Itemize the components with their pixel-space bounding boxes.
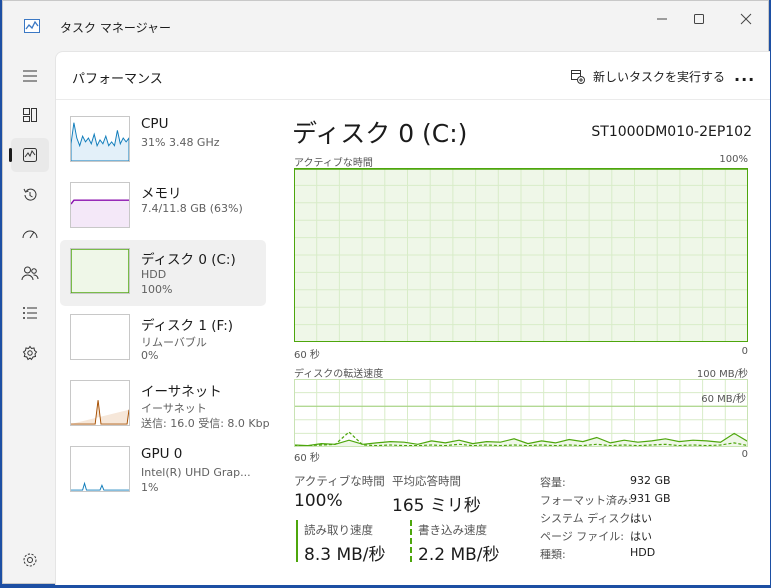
menu-icon: [23, 70, 37, 82]
disk0-thumbnail-graph: [70, 248, 130, 294]
property-key: フォーマット済み:: [540, 494, 632, 507]
device-name: CPU: [141, 116, 169, 132]
active-time-chart-label: アクティブな時間: [294, 158, 373, 169]
property-value: 932 GB: [630, 474, 671, 487]
nav-users[interactable]: [11, 256, 49, 290]
task-manager-icon: [24, 19, 40, 33]
property-value: HDD: [630, 546, 656, 559]
device-list: CPU 31% 3.48 GHz メモリ 7.4/11.8 GB (63%) デ…: [60, 108, 270, 504]
task-manager-window: タスク マネージャー パフォーマンス 新しいタスクを実行する ... CPU 3…: [2, 0, 770, 585]
transfer-axis-left: 60 秒: [294, 453, 320, 464]
property-key: システム ディスク:: [540, 512, 635, 525]
active-time-chart: [294, 168, 748, 342]
device-name: ディスク 0 (C:): [141, 252, 236, 268]
device-name: ディスク 1 (F:): [141, 318, 234, 334]
run-task-label: 新しいタスクを実行する: [593, 70, 726, 84]
title-bar[interactable]: タスク マネージャー: [3, 1, 768, 51]
property-value: 931 GB: [630, 492, 671, 505]
read-speed-label: 読み取り速度: [304, 523, 373, 537]
disk1-thumbnail-graph: [70, 314, 130, 360]
active-time-axis-right: 0: [741, 346, 748, 357]
active-time-stat-value: 100%: [294, 491, 343, 511]
nav-startup-apps[interactable]: [11, 217, 49, 251]
minimize-icon: [657, 18, 667, 20]
device-gpu-0[interactable]: GPU 0 Intel(R) UHD Grap... 1%: [60, 438, 266, 504]
active-time-chart-max: 100%: [719, 154, 748, 165]
nav-performance[interactable]: [9, 138, 49, 172]
property-value: はい: [630, 530, 652, 543]
device-disk-1[interactable]: ディスク 1 (F:) リムーバブル 0%: [60, 306, 266, 372]
gpu-thumbnail-graph: [70, 446, 130, 492]
minimize-button[interactable]: [650, 10, 674, 28]
device-type: HDD: [141, 268, 167, 281]
transfer-chart-label: ディスクの転送速度: [294, 369, 384, 380]
close-button[interactable]: [734, 10, 758, 28]
nav-services[interactable]: [11, 336, 49, 370]
page-title: パフォーマンス: [72, 72, 163, 87]
window-title: タスク マネージャー: [60, 21, 171, 35]
navigation-sidebar: [3, 51, 55, 585]
disk-title: ディスク 0 (C:): [292, 119, 468, 148]
device-memory[interactable]: メモリ 7.4/11.8 GB (63%): [60, 174, 266, 240]
performance-icon: [23, 148, 37, 162]
memory-thumbnail-graph: [70, 182, 130, 228]
settings-icon: [23, 553, 37, 567]
disk-model: ST1000DM010-2EP102: [591, 124, 752, 140]
close-icon: [740, 13, 752, 25]
read-speed-value: 8.3 MB/秒: [304, 545, 386, 565]
write-speed-legend-bar: [410, 520, 412, 562]
response-time-stat-value: 165 ミリ秒: [392, 496, 481, 516]
property-value: はい: [630, 512, 652, 525]
cpu-thumbnail-graph: [70, 116, 130, 162]
device-type: リムーバブル: [141, 336, 207, 349]
device-disk-0[interactable]: ディスク 0 (C:) HDD 100%: [60, 240, 266, 306]
device-usage: 0%: [141, 349, 159, 362]
device-throughput: 送信: 16.0 受信: 8.0 Kbp: [141, 417, 270, 430]
response-time-stat-label: 平均応答時間: [392, 474, 461, 488]
device-name: イーサネット: [141, 384, 222, 400]
device-name: GPU 0: [141, 446, 183, 462]
property-key: 容量:: [540, 476, 566, 489]
nav-app-history[interactable]: [11, 178, 49, 212]
write-speed-label: 書き込み速度: [418, 523, 487, 537]
device-cpu[interactable]: CPU 31% 3.48 GHz: [60, 108, 266, 174]
transfer-axis-right: 0: [741, 449, 748, 460]
device-model: Intel(R) UHD Grap...: [141, 466, 251, 479]
startup-icon: [22, 230, 38, 239]
more-options-button[interactable]: ...: [734, 66, 755, 85]
active-time-axis-left: 60 秒: [294, 350, 320, 361]
active-time-stat-label: アクティブな時間: [294, 474, 385, 488]
transfer-reference-label: 60 MB/秒: [701, 394, 746, 405]
transfer-rate-chart: [294, 379, 748, 447]
users-icon: [21, 266, 39, 281]
run-new-task-button[interactable]: 新しいタスクを実行する: [570, 68, 725, 85]
nav-processes[interactable]: [11, 98, 49, 132]
device-usage: 1%: [141, 481, 159, 494]
performance-panel: パフォーマンス 新しいタスクを実行する ... CPU 31% 3.48 GHz: [55, 51, 770, 585]
write-speed-value: 2.2 MB/秒: [418, 545, 500, 565]
transfer-chart-max: 100 MB/秒: [696, 369, 748, 380]
device-detail: 31% 3.48 GHz: [141, 136, 220, 149]
ethernet-thumbnail-graph: [70, 380, 130, 426]
history-icon: [23, 188, 37, 201]
property-key: 種類:: [540, 548, 566, 561]
property-key: ページ ファイル:: [540, 530, 624, 543]
device-name: メモリ: [141, 186, 182, 202]
device-usage: 100%: [141, 283, 173, 296]
device-detail: 7.4/11.8 GB (63%): [141, 202, 243, 215]
maximize-icon: [694, 14, 704, 24]
nav-details[interactable]: [11, 296, 49, 330]
processes-icon: [23, 108, 37, 122]
maximize-button[interactable]: [687, 10, 711, 28]
read-speed-legend-bar: [296, 520, 298, 562]
services-icon: [22, 345, 38, 361]
settings-button[interactable]: [11, 543, 49, 577]
hamburger-menu-button[interactable]: [11, 59, 49, 93]
details-icon: [23, 307, 37, 319]
page-header: パフォーマンス 新しいタスクを実行する ...: [56, 52, 770, 100]
run-task-icon: [571, 70, 585, 84]
device-type: イーサネット: [141, 402, 207, 415]
device-ethernet[interactable]: イーサネット イーサネット 送信: 16.0 受信: 8.0 Kbp: [60, 372, 270, 438]
